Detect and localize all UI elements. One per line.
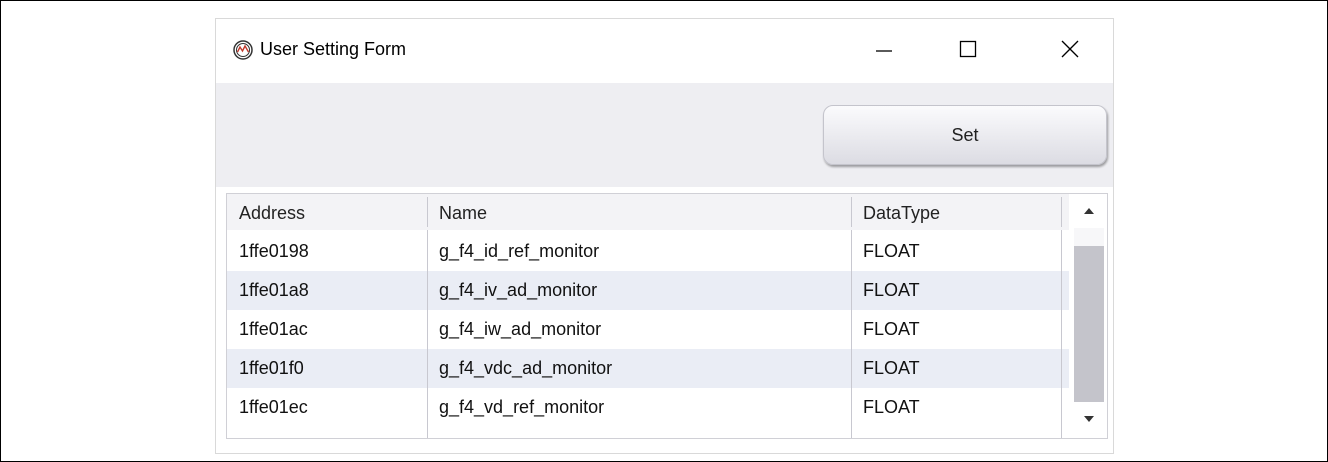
scroll-thumb[interactable]	[1074, 246, 1104, 402]
user-setting-window: User Setting Form Set Address Name DataT…	[215, 18, 1114, 454]
address-cell: 1ffe01a8	[239, 280, 309, 300]
name-cell: g_f4_id_ref_monitor	[439, 241, 600, 261]
column-divider[interactable]	[1061, 197, 1062, 227]
minimize-button[interactable]	[860, 27, 908, 75]
maximize-button[interactable]	[944, 27, 992, 75]
set-button[interactable]: Set	[823, 105, 1107, 165]
grid-rows: 1ffe0198 g_f4_id_ref_monitor FLOAT 1ffe0…	[227, 232, 1069, 427]
title-bar[interactable]: User Setting Form	[216, 19, 1113, 83]
close-icon	[1060, 39, 1080, 64]
datatype-cell: FLOAT	[863, 397, 920, 417]
column-header-datatype[interactable]: DataType	[851, 194, 1061, 230]
column-gridline	[1061, 230, 1062, 438]
variables-grid[interactable]: Address Name DataType 1ffe0198 g_f4_id_r…	[226, 193, 1108, 439]
minimize-icon	[874, 39, 894, 64]
scroll-track[interactable]	[1074, 228, 1104, 402]
window-title: User Setting Form	[260, 39, 407, 59]
column-header-name[interactable]: Name	[427, 194, 851, 230]
datatype-cell: FLOAT	[863, 280, 920, 300]
arrow-down-icon	[1083, 410, 1095, 428]
name-cell: g_f4_iv_ad_monitor	[439, 280, 598, 300]
address-cell: 1ffe01ac	[239, 319, 308, 339]
grid-header: Address Name DataType	[227, 194, 1069, 230]
datatype-cell: FLOAT	[863, 358, 920, 378]
toolbar: Set	[216, 83, 1113, 187]
table-row[interactable]: 1ffe0198 g_f4_id_ref_monitor FLOAT	[227, 232, 1069, 271]
address-cell: 1ffe0198	[239, 241, 309, 261]
address-cell: 1ffe01f0	[239, 358, 304, 378]
datatype-cell: FLOAT	[863, 319, 920, 339]
app-logo-icon	[233, 40, 253, 60]
arrow-up-icon	[1083, 202, 1095, 220]
close-button[interactable]	[1046, 27, 1094, 75]
maximize-icon	[958, 39, 978, 64]
scroll-down-button[interactable]	[1074, 404, 1104, 434]
column-header-address[interactable]: Address	[227, 194, 427, 230]
table-row[interactable]: 1ffe01a8 g_f4_iv_ad_monitor FLOAT	[227, 271, 1069, 310]
table-row[interactable]: 1ffe01ec g_f4_vd_ref_monitor FLOAT	[227, 388, 1069, 427]
name-cell: g_f4_iw_ad_monitor	[439, 319, 602, 339]
column-gridline	[427, 230, 428, 438]
column-gridline	[851, 230, 852, 438]
address-cell: 1ffe01ec	[239, 397, 308, 417]
vertical-scrollbar[interactable]	[1073, 196, 1105, 434]
scroll-up-button[interactable]	[1074, 196, 1104, 226]
name-cell: g_f4_vdc_ad_monitor	[439, 358, 613, 378]
datatype-cell: FLOAT	[863, 241, 920, 261]
name-cell: g_f4_vd_ref_monitor	[439, 397, 605, 417]
table-row[interactable]: 1ffe01f0 g_f4_vdc_ad_monitor FLOAT	[227, 349, 1069, 388]
table-row[interactable]: 1ffe01ac g_f4_iw_ad_monitor FLOAT	[227, 310, 1069, 349]
